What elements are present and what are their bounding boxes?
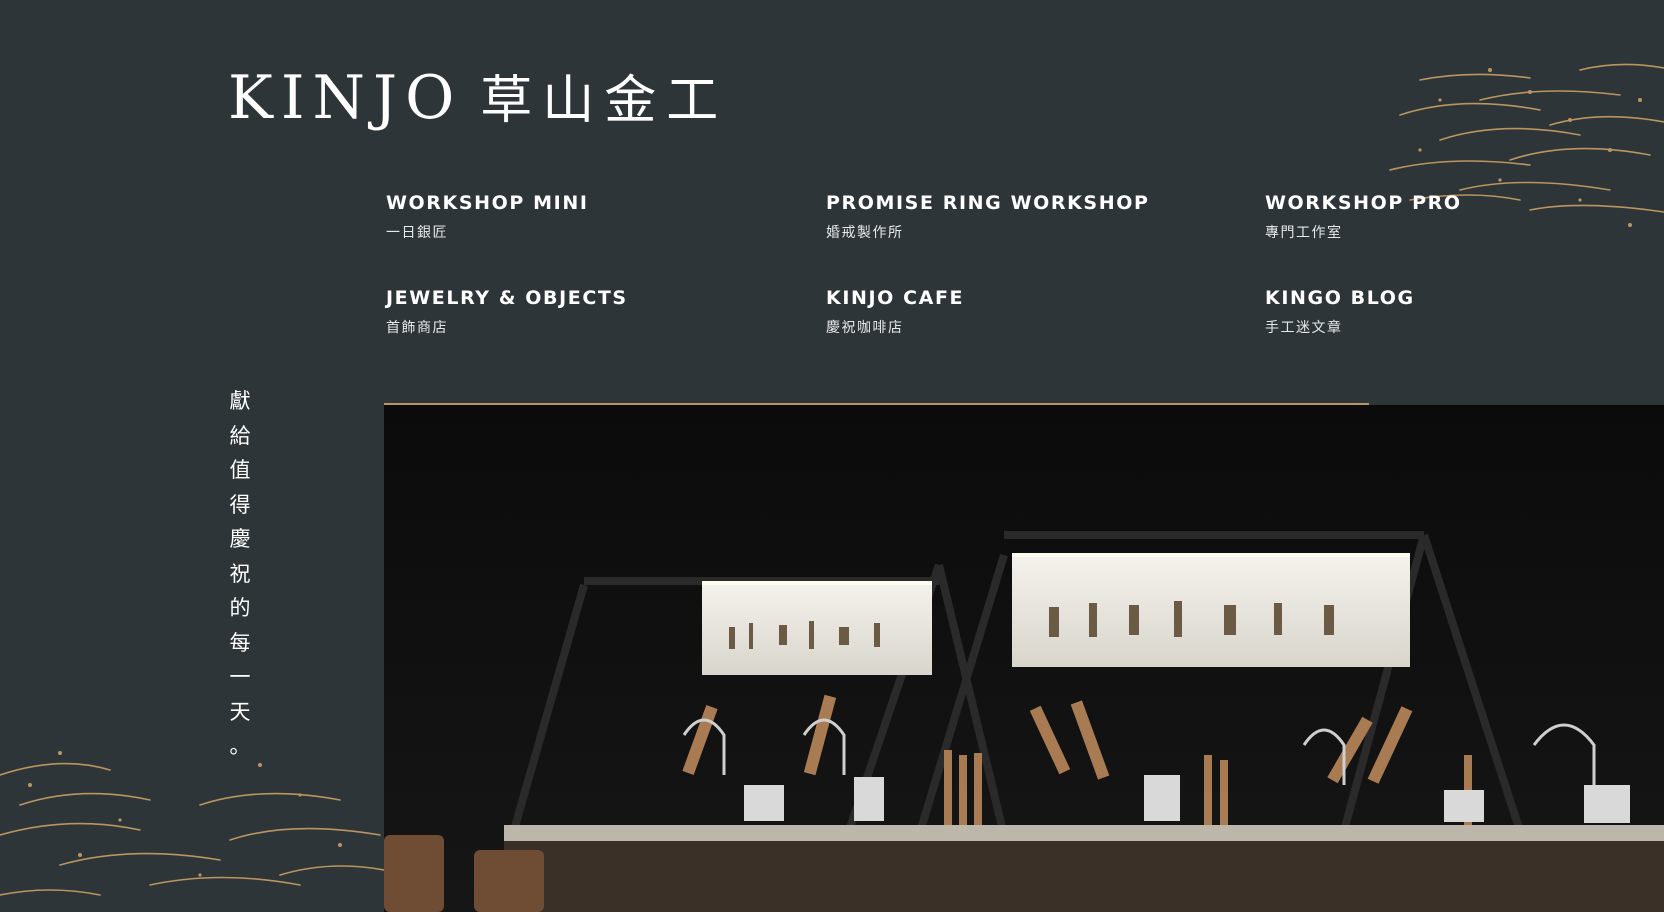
nav-item-label-en: WORKSHOP MINI — [386, 192, 589, 214]
tagline-char: 一 — [229, 665, 251, 689]
nav-item-label-zh: 一日銀匠 — [386, 225, 448, 241]
tagline-char: 祝 — [229, 561, 251, 586]
nav-item-label-en: KINJO CAFE — [826, 287, 965, 309]
workshop-bench-illustration — [384, 405, 1664, 912]
nav-item-label-zh: 專門工作室 — [1265, 225, 1343, 241]
nav-item-label-zh: 慶祝咖啡店 — [826, 320, 904, 336]
nav-item-label-en: WORKSHOP PRO — [1265, 192, 1462, 214]
brand-logo[interactable]: KINJO 草山金工 — [228, 58, 728, 133]
nav-item-jewelry-objects[interactable]: JEWELRY & OBJECTS 首飾商店 — [386, 287, 628, 337]
nav-item-label-en: JEWELRY & OBJECTS — [386, 287, 628, 309]
nav-item-label-zh: 手工迷文章 — [1265, 320, 1343, 336]
nav-item-kinjo-cafe[interactable]: KINJO CAFE 慶祝咖啡店 — [826, 287, 964, 337]
tagline-char: 值 — [229, 458, 251, 482]
tagline-char: 給 — [229, 423, 251, 448]
vertical-tagline: 獻 給 值 得 慶 祝 的 每 一 天 。 — [227, 384, 253, 764]
brand-name-en: KINJO — [228, 63, 463, 133]
nav-item-label-zh: 首飾商店 — [386, 320, 448, 336]
brand-name-zh: 草山金工 — [480, 71, 729, 131]
nav-item-promise-ring-workshop[interactable]: PROMISE RING WORKSHOP 婚戒製作所 — [826, 192, 1150, 242]
nav-item-label-en: KINGO BLOG — [1265, 287, 1415, 309]
hero-image-workshop — [384, 405, 1664, 912]
nav-item-workshop-mini[interactable]: WORKSHOP MINI 一日銀匠 — [386, 192, 589, 242]
tagline-char: 獻 — [229, 389, 251, 413]
tagline-char: 。 — [229, 734, 251, 758]
gold-grass-decoration-bottom-left — [0, 751, 384, 896]
tagline-char: 每 — [229, 630, 251, 655]
tagline-char: 慶 — [229, 527, 251, 551]
tagline-char: 的 — [229, 596, 251, 620]
nav-item-workshop-pro[interactable]: WORKSHOP PRO 專門工作室 — [1265, 192, 1462, 242]
nav-item-kingo-blog[interactable]: KINGO BLOG 手工迷文章 — [1265, 287, 1415, 337]
tagline-char: 得 — [229, 492, 251, 517]
tagline-char: 天 — [229, 699, 251, 724]
nav-item-label-en: PROMISE RING WORKSHOP — [826, 192, 1150, 214]
nav-item-label-zh: 婚戒製作所 — [826, 225, 904, 241]
